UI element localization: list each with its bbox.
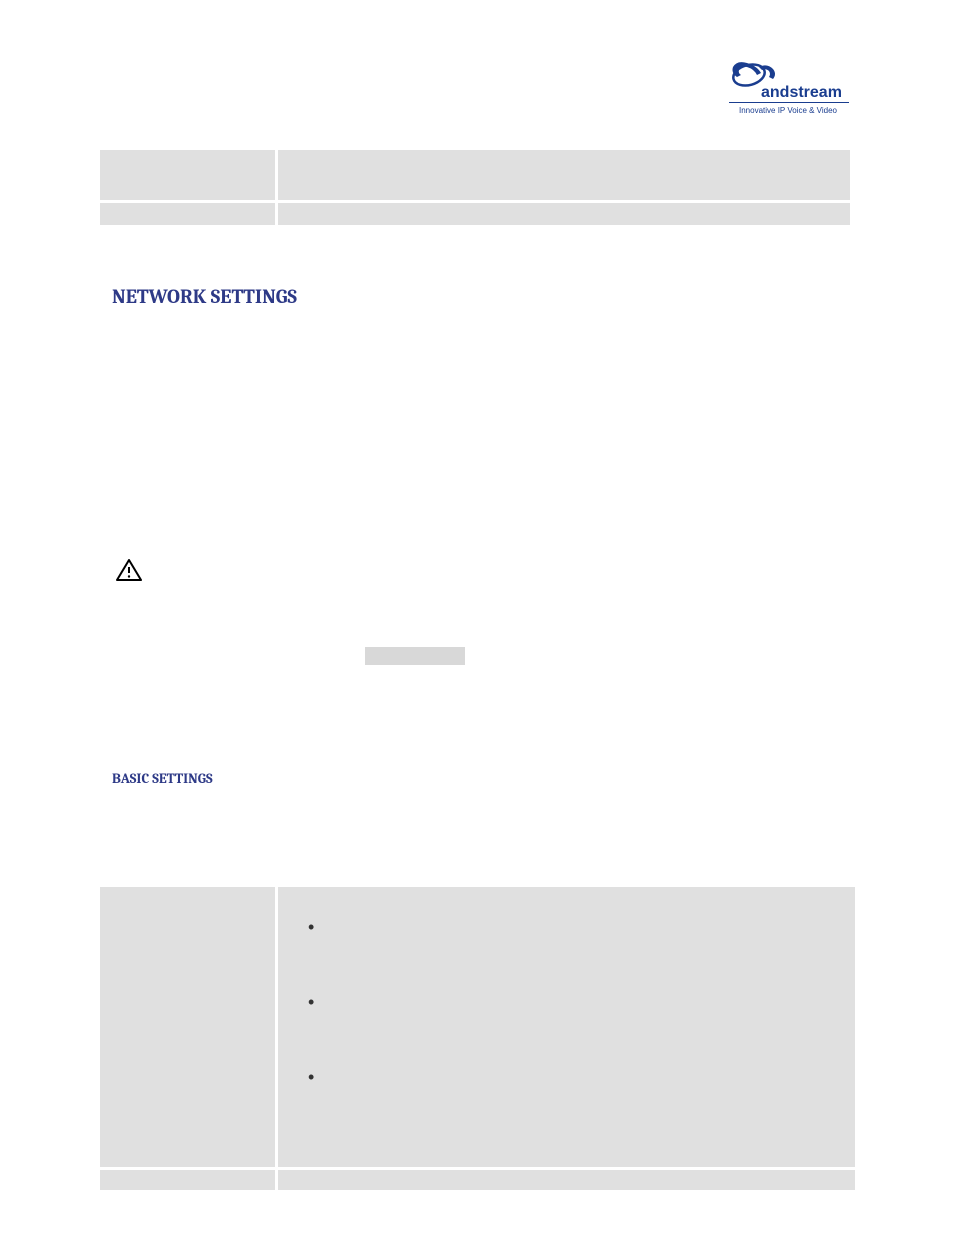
settings-table-bottom	[100, 887, 855, 1190]
list-item	[308, 1067, 835, 1087]
table-cell-label	[100, 887, 275, 1167]
table-cell-label	[100, 203, 275, 225]
table-cell-value	[278, 150, 850, 200]
table-row	[100, 887, 855, 1167]
basic-settings-heading: BASIC SETTINGS	[112, 770, 904, 787]
list-item	[308, 917, 835, 937]
settings-table-top	[100, 150, 850, 225]
table-cell-value	[278, 887, 855, 1167]
bullet-list	[298, 917, 835, 1087]
table-cell-label	[100, 150, 275, 200]
table-cell-value	[278, 1170, 855, 1190]
table-cell-value	[278, 203, 850, 225]
table-row	[100, 1170, 855, 1190]
svg-text:Innovative IP Voice & Video: Innovative IP Voice & Video	[739, 106, 838, 115]
table-row	[100, 150, 850, 200]
warning-icon	[115, 558, 904, 587]
list-item	[308, 992, 835, 1012]
svg-text:andstream: andstream	[761, 84, 842, 101]
table-cell-label	[100, 1170, 275, 1190]
highlighted-text-area	[365, 647, 465, 665]
table-row	[100, 203, 850, 225]
brand-logo: andstream Innovative IP Voice & Video	[729, 55, 849, 125]
network-settings-heading: NETWORK SETTINGS	[112, 285, 904, 308]
